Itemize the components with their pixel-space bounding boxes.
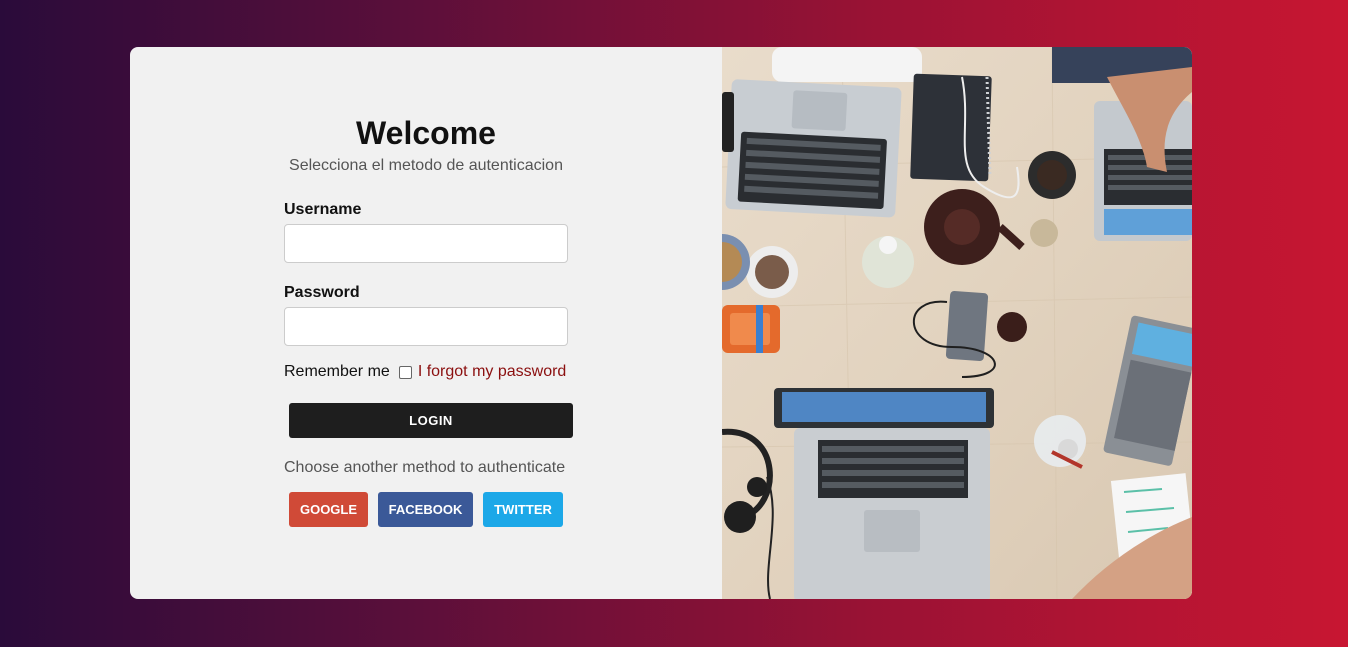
- page-subtitle: Selecciona el metodo de autenticacion: [289, 157, 563, 174]
- forgot-password-link[interactable]: I forgot my password: [418, 363, 567, 381]
- remember-me-label: Remember me: [284, 363, 390, 380]
- login-button[interactable]: LOGIN: [289, 403, 573, 438]
- page-title: Welcome: [356, 115, 496, 151]
- username-label: Username: [284, 201, 362, 218]
- google-button[interactable]: GOOGLE: [289, 492, 368, 527]
- facebook-button[interactable]: FACEBOOK: [378, 492, 473, 527]
- username-input[interactable]: [284, 224, 568, 263]
- workspace-photo: [694, 47, 1192, 599]
- login-card: Welcome Selecciona el metodo de autentic…: [130, 47, 1192, 599]
- alt-method-text: Choose another method to authenticate: [284, 459, 566, 476]
- twitter-button[interactable]: TWITTER: [483, 492, 563, 527]
- remember-me-checkbox[interactable]: [398, 365, 412, 379]
- login-form-panel: Welcome Selecciona el metodo de autentic…: [130, 47, 722, 599]
- password-label: Password: [284, 284, 360, 301]
- password-input[interactable]: [284, 307, 568, 346]
- remember-row: Remember me I forgot my password: [284, 362, 566, 382]
